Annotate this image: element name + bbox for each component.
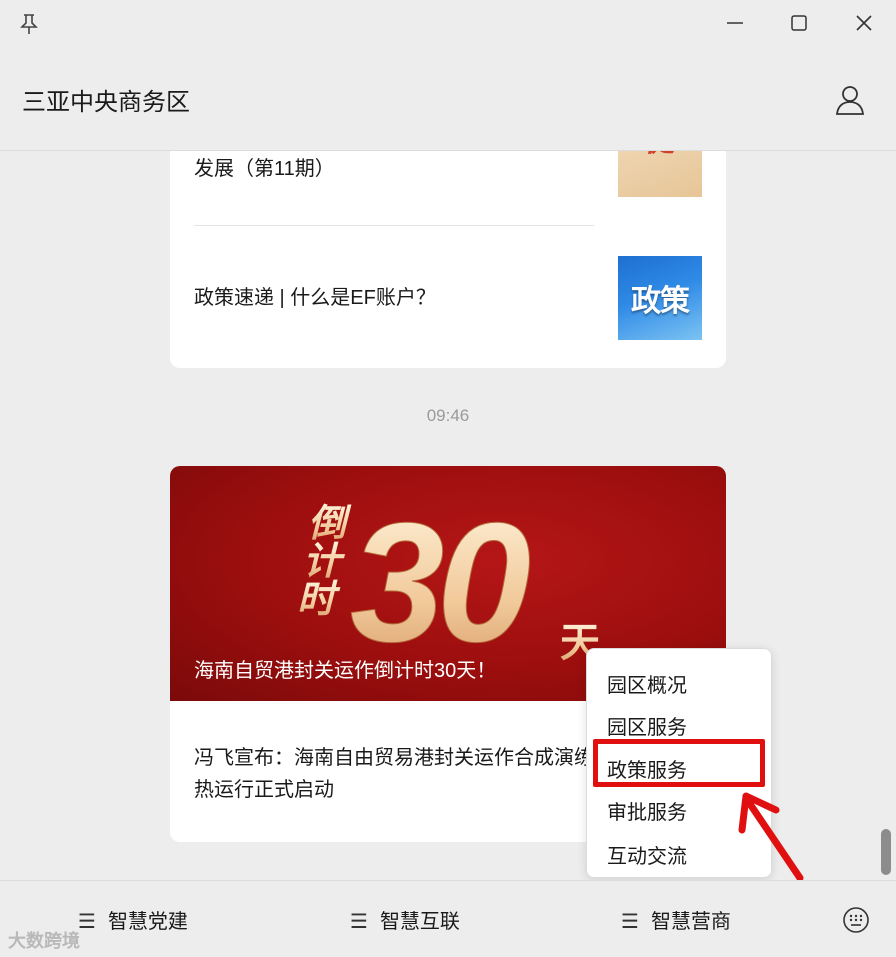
menu-item[interactable]: 园区服务: [607, 711, 687, 740]
menu-item[interactable]: 互动交流: [607, 840, 687, 869]
article-title[interactable]: 发展（第11期）: [194, 154, 594, 184]
banner-number: 30: [350, 488, 530, 678]
title-bar: 三亚中央商务区: [0, 0, 896, 151]
banner-caption: 海南自贸港封关运作倒计时30天！: [194, 660, 497, 682]
bottom-menu-bar: ☰ 智慧党建 ☰ 智慧互联 ☰ 智慧营商 大数跨境: [0, 880, 896, 957]
highlight-box: [593, 739, 765, 787]
hamburger-icon: ☰: [621, 911, 639, 933]
menu-item[interactable]: 园区概况: [607, 669, 687, 698]
tab-smart-business[interactable]: ☰ 智慧营商: [621, 905, 731, 934]
article-title[interactable]: 政策速递 | 什么是EF账户？: [194, 283, 594, 313]
tab-label: 智慧互联: [379, 911, 460, 933]
banner-char: 时: [297, 579, 341, 621]
article-thumbnail[interactable]: 政策: [618, 256, 702, 340]
menu-item[interactable]: 审批服务: [607, 796, 687, 825]
thumbnail-text: 政策: [631, 285, 690, 318]
minimize-icon[interactable]: [723, 11, 747, 35]
tab-label: 智慧营商: [650, 911, 731, 933]
watermark: 大数跨境: [8, 931, 80, 951]
tab-smart-party[interactable]: ☰ 智慧党建: [78, 905, 188, 934]
pin-icon[interactable]: [18, 12, 40, 36]
user-icon[interactable]: [832, 82, 868, 118]
scrollbar-thumb[interactable]: [881, 829, 891, 875]
app-title: 三亚中央商务区: [22, 89, 190, 116]
close-icon[interactable]: [852, 11, 876, 35]
article-card[interactable]: 1促 发展（第11期） 政策速递 | 什么是EF账户？ 政策: [170, 151, 726, 368]
divider: [194, 225, 594, 226]
svg-text:1促: 1促: [628, 151, 679, 158]
timestamp: 09:46: [426, 406, 470, 425]
tab-smart-interconnect[interactable]: ☰ 智慧互联: [350, 905, 460, 934]
hamburger-icon: ☰: [78, 911, 96, 933]
banner-char: 计: [303, 541, 346, 583]
maximize-icon[interactable]: [787, 11, 811, 35]
hamburger-icon: ☰: [350, 911, 368, 933]
banner-char: 倒: [308, 503, 352, 545]
tab-label: 智慧党建: [107, 911, 188, 933]
arrow-icon: [738, 792, 804, 882]
keyboard-icon[interactable]: [842, 906, 870, 934]
article-thumbnail[interactable]: 1促: [618, 151, 702, 197]
